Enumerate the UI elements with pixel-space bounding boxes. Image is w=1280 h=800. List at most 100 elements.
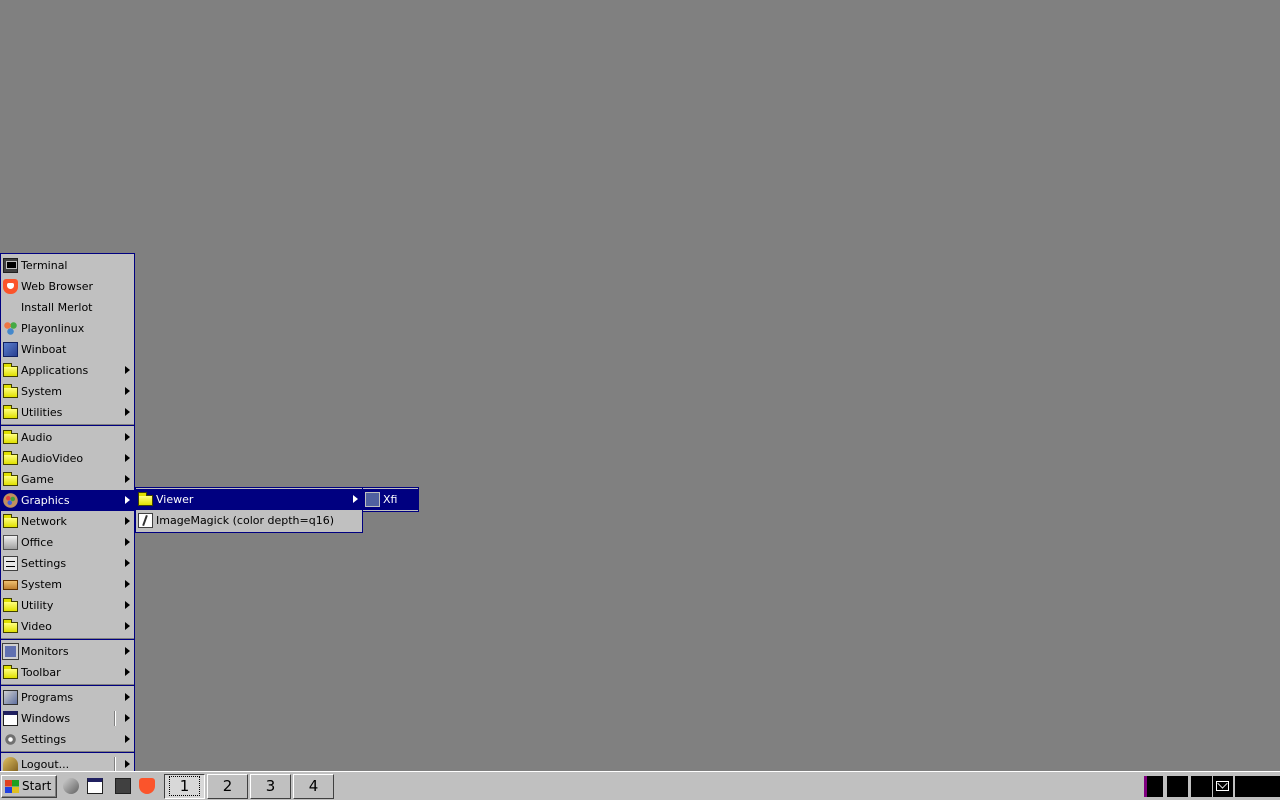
menu-item-label: System xyxy=(21,385,63,398)
folder-icon xyxy=(3,619,18,633)
folder-icon xyxy=(3,405,18,419)
menu-item-utilities[interactable]: Utilities xyxy=(1,402,134,423)
tray-monitor-1[interactable] xyxy=(1144,776,1163,797)
submenu-arrow-icon xyxy=(125,647,130,655)
windows-icon xyxy=(3,711,18,726)
workspace-4-button[interactable]: 4 xyxy=(293,774,334,799)
menu-item-utility[interactable]: Utility xyxy=(1,595,134,616)
submenu-arrow-icon xyxy=(125,433,130,441)
menu-item-label: Web Browser xyxy=(21,280,94,293)
graphics-icon xyxy=(3,493,18,508)
menu-separator xyxy=(1,684,134,686)
menu-item-label: Monitors xyxy=(21,645,69,658)
menu-item-video[interactable]: Video xyxy=(1,616,134,637)
menu-item-install-merlot[interactable]: Install Merlot xyxy=(1,297,134,318)
logout-icon xyxy=(3,757,18,772)
folder-icon xyxy=(3,472,18,486)
submenu-arrow-icon xyxy=(353,495,358,503)
monitor-icon xyxy=(2,643,19,660)
menu-item-system[interactable]: System xyxy=(1,381,134,402)
workspace-label: 3 xyxy=(265,777,276,795)
menu-item-label: Audio xyxy=(21,431,53,444)
split-divider xyxy=(114,757,116,772)
workspace-label: 1 xyxy=(168,776,201,796)
brave-launcher-icon[interactable] xyxy=(139,778,155,794)
workspace-2-button[interactable]: 2 xyxy=(207,774,248,799)
menu-item-monitors[interactable]: Monitors xyxy=(1,641,134,662)
winboat-icon xyxy=(3,342,18,357)
folder-icon xyxy=(3,384,18,398)
imagemagick-icon xyxy=(138,513,153,528)
window-list-icon[interactable] xyxy=(87,778,103,794)
menu-item-label: Settings xyxy=(21,733,67,746)
menu-item-playonlinux[interactable]: Playonlinux xyxy=(1,318,134,339)
menu-separator xyxy=(1,638,134,640)
menu-item-audiovideo[interactable]: AudioVideo xyxy=(1,448,134,469)
menu-item-label: AudioVideo xyxy=(21,452,84,465)
menu-item-graphics[interactable]: Graphics xyxy=(1,490,134,511)
folder-icon xyxy=(3,430,18,444)
menu-item-label: Office xyxy=(21,536,54,549)
submenu-arrow-icon xyxy=(125,760,130,768)
submenu-arrow-icon xyxy=(125,622,130,630)
graphics-submenu: Viewer ImageMagick (color depth=q16) xyxy=(135,487,363,533)
tray-monitor-2[interactable] xyxy=(1167,776,1188,797)
viewer-submenu: Xfi xyxy=(362,487,419,512)
menu-item-label: Game xyxy=(21,473,54,486)
menu-item-label: Utility xyxy=(21,599,54,612)
menu-item-windows[interactable]: Windows xyxy=(1,708,134,729)
programs-icon xyxy=(3,690,18,705)
graphics-item-viewer[interactable]: Viewer xyxy=(136,489,362,510)
menu-item-web-browser[interactable]: Web Browser xyxy=(1,276,134,297)
graphics-item-imagemagick-color-depth-q16[interactable]: ImageMagick (color depth=q16) xyxy=(136,510,362,531)
menu-separator xyxy=(1,424,134,426)
folder-icon xyxy=(3,363,18,377)
submenu-arrow-icon xyxy=(125,517,130,525)
submenu-arrow-icon xyxy=(125,408,130,416)
menu-item-winboat[interactable]: Winboat xyxy=(1,339,134,360)
menu-item-audio[interactable]: Audio xyxy=(1,427,134,448)
menu-item-programs[interactable]: Programs xyxy=(1,687,134,708)
menu-item-label: Install Merlot xyxy=(21,301,93,314)
menu-item-label: Programs xyxy=(21,691,74,704)
menu-item-terminal[interactable]: Terminal xyxy=(1,255,134,276)
gear-icon xyxy=(3,732,18,747)
submenu-arrow-icon xyxy=(125,496,130,504)
folder-icon xyxy=(3,514,18,528)
terminal-launcher-icon[interactable] xyxy=(115,778,131,794)
menu-item-label: Settings xyxy=(21,557,67,570)
menu-item-system[interactable]: System xyxy=(1,574,134,595)
tray-monitor-3[interactable] xyxy=(1191,776,1212,797)
submenu-arrow-icon xyxy=(125,538,130,546)
workspace-1-button[interactable]: 1 xyxy=(164,774,205,799)
tray-mail[interactable] xyxy=(1213,776,1233,797)
workspace-3-button[interactable]: 3 xyxy=(250,774,291,799)
menu-item-network[interactable]: Network xyxy=(1,511,134,532)
menu-item-applications[interactable]: Applications xyxy=(1,360,134,381)
menu-item-label: Terminal xyxy=(21,259,68,272)
menu-item-label: Winboat xyxy=(21,343,67,356)
menu-item-settings[interactable]: Settings xyxy=(1,553,134,574)
tray-clock[interactable] xyxy=(1235,776,1280,797)
start-button-label: Start xyxy=(22,779,52,793)
show-desktop-icon[interactable] xyxy=(63,778,79,794)
menu-item-settings[interactable]: Settings xyxy=(1,729,134,750)
viewer-item-xfi[interactable]: Xfi xyxy=(363,489,418,510)
submenu-arrow-icon xyxy=(125,366,130,374)
start-button[interactable]: Start xyxy=(1,775,57,798)
desktop[interactable] xyxy=(0,0,1280,771)
start-menu: Terminal Web Browser Install Merlot Playonl… xyxy=(0,253,135,777)
menu-item-toolbar[interactable]: Toolbar xyxy=(1,662,134,683)
workspace-label: 2 xyxy=(222,777,233,795)
submenu-arrow-icon xyxy=(125,475,130,483)
menu-item-game[interactable]: Game xyxy=(1,469,134,490)
folder-icon xyxy=(3,598,18,612)
settings-icon xyxy=(3,556,18,571)
menu-item-label: Playonlinux xyxy=(21,322,85,335)
menu-item-office[interactable]: Office xyxy=(1,532,134,553)
xfi-icon xyxy=(365,492,380,507)
terminal-icon xyxy=(3,258,18,273)
menu-item-label: Graphics xyxy=(21,494,70,507)
submenu-arrow-icon xyxy=(125,693,130,701)
office-icon xyxy=(3,535,18,550)
